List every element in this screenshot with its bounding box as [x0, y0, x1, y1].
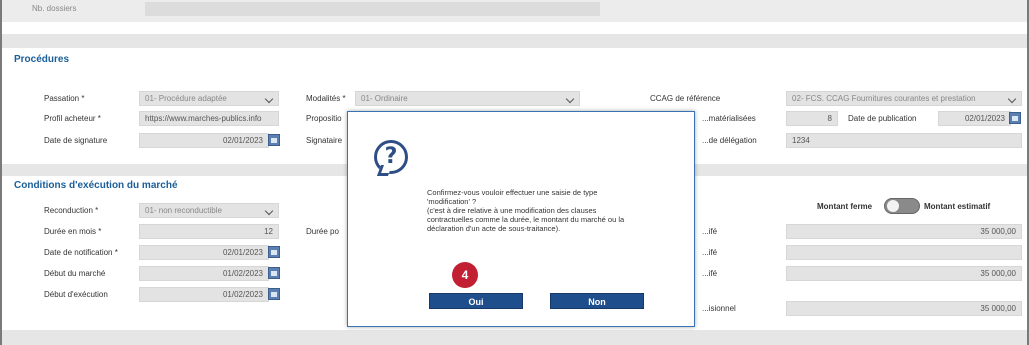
conditions-title: Conditions d'exécution du marché	[14, 180, 178, 191]
calendar-icon[interactable]	[1009, 112, 1021, 124]
montant-row3-label: ...ifé	[702, 269, 718, 278]
duree-mois-label: Durée en mois *	[44, 227, 102, 236]
montant-row4-field[interactable]: 35 000,00	[786, 301, 1022, 316]
question-icon: ?	[374, 140, 408, 174]
modalites-label: Modalités *	[306, 94, 346, 103]
montant-row1-label: ...ifé	[702, 227, 718, 236]
procedures-title: Procédures	[14, 54, 70, 65]
confirm-dialog: ? Confirmez-vous vouloir effectuer une s…	[347, 111, 695, 327]
top-strip: Nb. dossiers	[2, 0, 1027, 22]
message-line: déclaration d'un acte de sous-traitance)…	[427, 224, 561, 233]
montant-toggle[interactable]	[884, 198, 920, 214]
non-button[interactable]: Non	[550, 293, 644, 309]
montant-row4-label: ...isionnel	[702, 304, 736, 313]
calendar-icon[interactable]	[268, 246, 280, 258]
duree-mois-field[interactable]: 12	[139, 224, 279, 239]
debut-execution-field[interactable]: 01/02/2023	[139, 287, 269, 302]
materialisees-field[interactable]: 8	[786, 111, 838, 126]
debut-execution-label: Début d'exécution	[44, 290, 108, 299]
toggle-knob	[887, 200, 899, 212]
date-publication-label: Date de publication	[848, 114, 917, 123]
materialisees-label: ...matérialisées	[702, 114, 756, 123]
ccag-select[interactable]: 02- FCS. CCAG Fournitures courantes et p…	[786, 91, 1022, 106]
passation-select[interactable]: 01- Procédure adaptée	[139, 91, 279, 106]
duree-po-label: Durée po	[306, 227, 339, 236]
date-notification-label: Date de notification *	[44, 248, 118, 257]
reconduction-select[interactable]: 01- non reconductible	[139, 203, 279, 218]
proposition-label: Propositio	[306, 114, 342, 123]
message-line: (c'est à dire relative à une modificatio…	[427, 206, 597, 215]
nb-dossiers-label: Nb. dossiers	[32, 4, 77, 13]
debut-marche-field[interactable]: 01/02/2023	[139, 266, 269, 281]
message-line: Confirmez-vous vouloir effectuer une sai…	[427, 188, 598, 197]
montant-row2-label: ...ifé	[702, 248, 718, 257]
profil-acheteur-field[interactable]: https://www.marches-publics.info	[139, 111, 279, 126]
date-publication-field[interactable]: 02/01/2023	[938, 111, 1011, 126]
profil-acheteur-label: Profil acheteur *	[44, 114, 101, 123]
date-signature-field[interactable]: 02/01/2023	[139, 133, 269, 148]
montant-row2-field[interactable]	[786, 245, 1022, 260]
section-separator	[2, 34, 1027, 48]
calendar-icon[interactable]	[268, 288, 280, 300]
ccag-label: CCAG de référence	[650, 94, 721, 103]
oui-button[interactable]: Oui	[429, 293, 523, 309]
calendar-icon[interactable]	[268, 267, 280, 279]
nb-dossiers-field[interactable]	[145, 2, 600, 16]
date-notification-field[interactable]: 02/01/2023	[139, 245, 269, 260]
passation-label: Passation *	[44, 94, 85, 103]
reconduction-label: Reconduction *	[44, 206, 99, 215]
montant-row1-field[interactable]: 35 000,00	[786, 224, 1022, 239]
message-line: 'modification' ?	[427, 197, 477, 206]
step-badge: 4	[452, 262, 478, 288]
montant-row3-field[interactable]: 35 000,00	[786, 266, 1022, 281]
montant-ferme-label: Montant ferme	[817, 202, 873, 211]
confirm-message: Confirmez-vous vouloir effectuer une sai…	[427, 188, 677, 233]
delegation-label: ...de délégation	[702, 136, 757, 145]
message-line: contractuelles comme la durée, le montan…	[427, 215, 625, 224]
montant-estimatif-label: Montant estimatif	[924, 202, 991, 211]
section-separator	[2, 330, 1027, 345]
modalites-select[interactable]: 01- Ordinaire	[355, 91, 580, 106]
debut-marche-label: Début du marché	[44, 269, 106, 278]
signataire-label: Signataire	[306, 136, 343, 145]
delegation-field[interactable]: 1234	[786, 133, 1022, 148]
calendar-icon[interactable]	[268, 134, 280, 146]
date-signature-label: Date de signature	[44, 136, 108, 145]
